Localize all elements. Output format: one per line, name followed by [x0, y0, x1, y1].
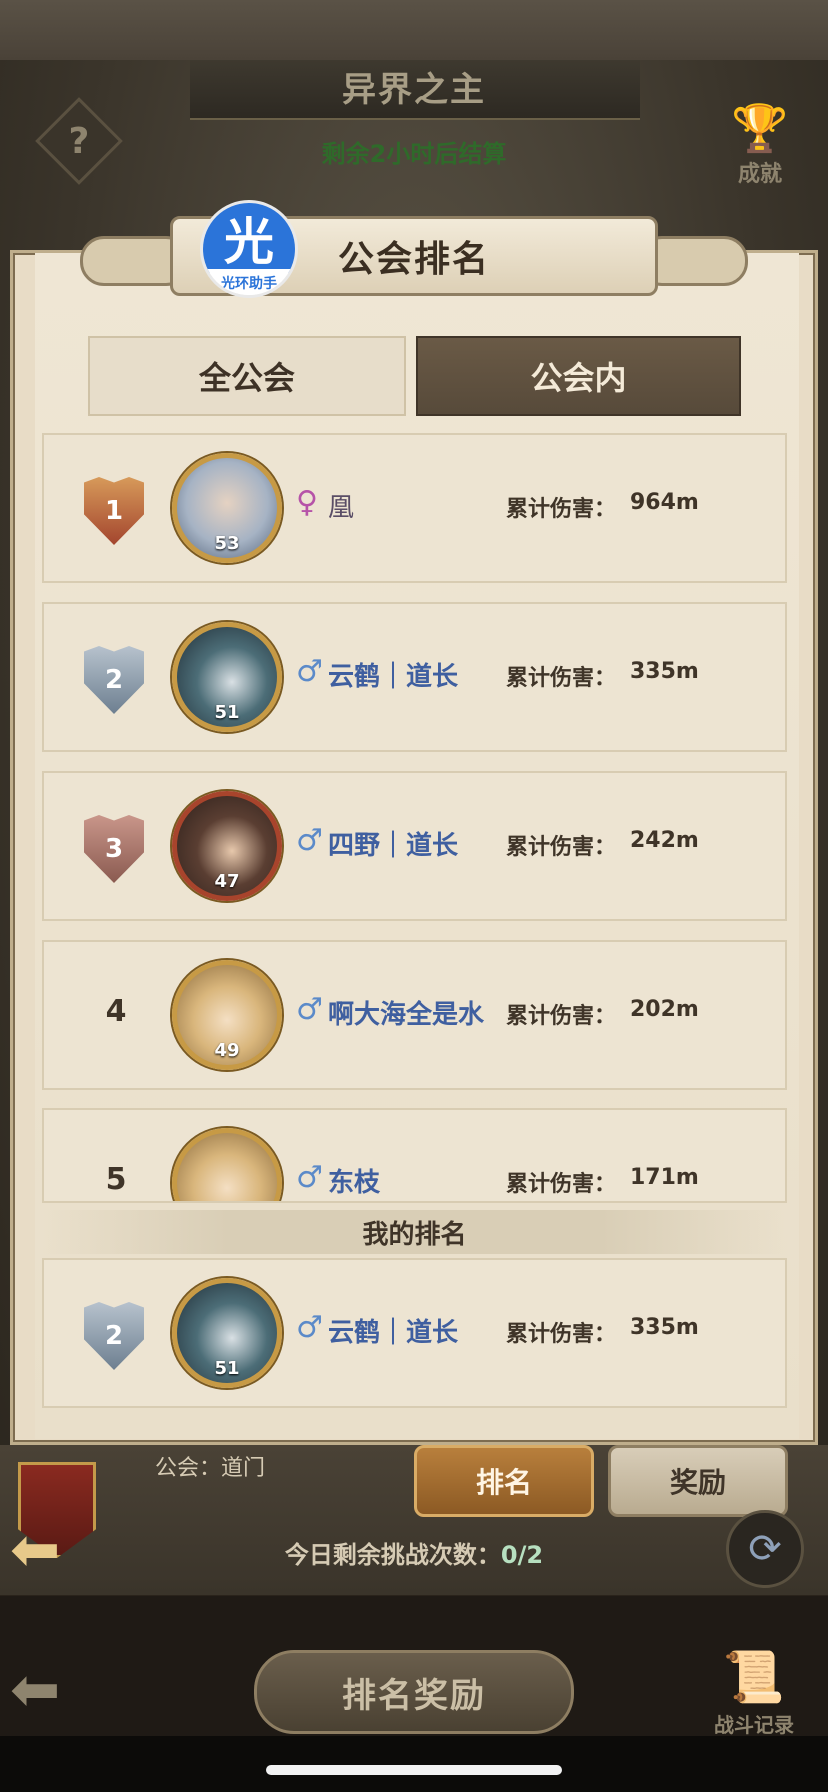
rank-1-shield-icon: 1: [84, 477, 144, 545]
damage-label: 累计伤害：: [506, 1322, 617, 1347]
female-icon: ♀: [296, 485, 318, 520]
rank-button[interactable]: 排名: [414, 1445, 594, 1517]
male-icon: ♂: [296, 1310, 323, 1345]
damage-label: 累计伤害：: [506, 497, 617, 522]
avatar-level: 51: [214, 702, 240, 723]
battle-log-label: 战斗记录: [714, 1713, 794, 1737]
avatar[interactable]: 49: [172, 960, 282, 1070]
refresh-icon[interactable]: ⟳: [726, 1510, 804, 1588]
avatar-level: 51: [214, 1358, 240, 1379]
damage-value: 202m: [630, 997, 699, 1022]
avatar-level: 49: [214, 1040, 240, 1061]
avatar[interactable]: 53: [172, 453, 282, 563]
settlement-timer: 剩余2小时后结算: [321, 140, 507, 168]
avatar[interactable]: 47: [172, 791, 282, 901]
achievement-label: 成就: [737, 162, 782, 187]
tab-in-guild[interactable]: 公会内: [416, 336, 741, 416]
rank-row[interactable]: 3 47 ♂ 四野｜道长 累计伤害： 242m: [42, 771, 787, 921]
player-name: 凰: [328, 493, 355, 523]
player-name: 东枝: [328, 1168, 381, 1198]
my-rank-row[interactable]: 2 51 ♂ 云鹤｜道长 累计伤害： 335m: [42, 1258, 787, 1408]
rank-number: 5: [105, 1162, 127, 1197]
damage-label: 累计伤害：: [506, 1004, 617, 1029]
damage-value: 964m: [630, 490, 699, 515]
player-name: 啊大海全是水: [328, 1000, 485, 1030]
remaining-attempts: 今日剩余挑战次数：0/2: [0, 1535, 828, 1570]
male-icon: ♂: [296, 1160, 323, 1195]
male-icon: ♂: [296, 823, 323, 858]
rank-2-shield-icon: 2: [84, 1302, 144, 1370]
damage-value: 335m: [630, 659, 699, 684]
page-title: 异界之主: [342, 70, 486, 110]
player-name: 云鹤｜道长: [328, 662, 459, 692]
reward-button[interactable]: 奖励: [608, 1445, 788, 1517]
tab-all-guilds[interactable]: 全公会: [88, 336, 406, 416]
player-name: 云鹤｜道长: [328, 1318, 459, 1348]
achievement-button[interactable]: 🏆 成就: [715, 100, 805, 190]
home-indicator[interactable]: [266, 1765, 562, 1775]
remaining-label: 今日剩余挑战次数：: [284, 1541, 501, 1569]
assistant-badge-icon[interactable]: 光 光环助手: [200, 200, 298, 298]
damage-label: 累计伤害：: [506, 835, 617, 860]
avatar-level: 47: [214, 871, 240, 892]
remaining-count: 0/2: [500, 1541, 544, 1569]
damage-value: 335m: [630, 1315, 699, 1340]
badge-char: 光: [203, 203, 295, 273]
my-rank-header: 我的排名: [42, 1210, 787, 1254]
battle-log-button[interactable]: 📜 战斗记录: [694, 1645, 814, 1745]
damage-label: 累计伤害：: [506, 666, 617, 691]
rank-row[interactable]: 5 ♂ 东枝 累计伤害： 171m: [42, 1108, 787, 1203]
damage-label: 累计伤害：: [506, 1172, 617, 1197]
rank-row[interactable]: 1 53 ♀ 凰 累计伤害： 964m: [42, 433, 787, 583]
rank-3-shield-icon: 3: [84, 815, 144, 883]
trophy-icon: 🏆: [731, 101, 789, 155]
status-bar-area: [0, 0, 828, 60]
question-mark-icon: ?: [68, 120, 90, 162]
player-name: 四野｜道长: [328, 831, 459, 861]
footer-back-arrow-icon[interactable]: ⬅: [10, 1660, 130, 1720]
title-ribbon: 公会排名: [80, 210, 748, 300]
male-icon: ♂: [296, 992, 323, 1027]
rank-number: 4: [105, 994, 127, 1029]
avatar[interactable]: 51: [172, 1278, 282, 1388]
badge-label: 光环助手: [203, 269, 295, 295]
rank-row[interactable]: 4 49 ♂ 啊大海全是水 累计伤害： 202m: [42, 940, 787, 1090]
avatar[interactable]: 51: [172, 622, 282, 732]
rank-reward-button[interactable]: 排名奖励: [254, 1650, 574, 1734]
rank-2-shield-icon: 2: [84, 646, 144, 714]
avatar-level: 53: [214, 533, 240, 554]
male-icon: ♂: [296, 654, 323, 689]
avatar[interactable]: [172, 1128, 282, 1201]
bottom-safe-area: [0, 1736, 828, 1792]
guild-name: 公会：道门: [155, 1456, 266, 1481]
damage-value: 242m: [630, 828, 699, 853]
rank-row[interactable]: 2 51 ♂ 云鹤｜道长 累计伤害： 335m: [42, 602, 787, 752]
scroll-icon: 📜: [722, 1648, 786, 1706]
damage-value: 171m: [630, 1165, 699, 1190]
